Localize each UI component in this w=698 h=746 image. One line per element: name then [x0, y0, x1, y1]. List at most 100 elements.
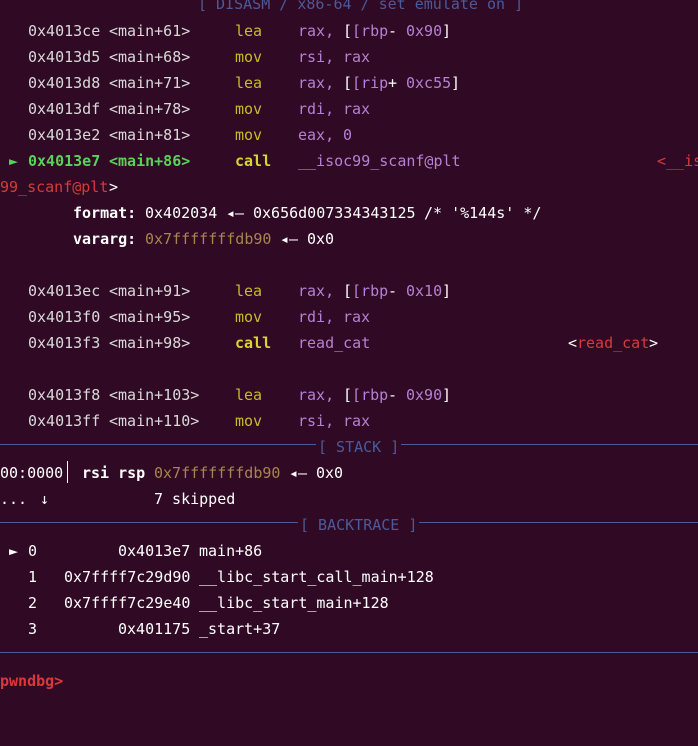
disasm-operand: rax — [343, 412, 371, 430]
frame-address: 0x401175 — [118, 620, 191, 638]
down-arrow-icon: ↓ — [40, 490, 50, 508]
disasm-opcode: mov — [235, 48, 263, 66]
disasm-operand: rax, — [298, 22, 335, 40]
stack-ellipsis: ... — [0, 490, 28, 508]
disasm-operand: rax — [343, 308, 371, 326]
call-target: __isoc99_scanf@plt — [298, 152, 461, 170]
frame-index: 3 — [28, 620, 38, 638]
disasm-symbol: <main+103> — [109, 386, 200, 404]
disasm-address: 0x4013ec — [28, 282, 101, 300]
disasm-symbol: <main+71> — [109, 74, 191, 92]
disasm-row: 0x4013f3 <main+98> call read_cat < read_… — [0, 330, 658, 356]
disasm-row: 0x4013df <main+78> mov rdi, rax — [0, 96, 370, 122]
disasm-immediate: 0x90 — [406, 22, 443, 40]
disasm-operator: - — [388, 282, 398, 300]
disasm-operand: rsi, — [298, 48, 335, 66]
disasm-address: 0x4013ce — [28, 22, 101, 40]
disasm-bracket: ] — [442, 22, 452, 40]
disasm-operand: rdi, — [298, 100, 335, 118]
frame-address: 0x4013e7 — [118, 542, 191, 560]
stack-value: 0x0 — [316, 464, 344, 482]
disasm-operand: rax — [343, 48, 371, 66]
arg-format-label: format: — [73, 204, 137, 222]
disasm-opcode: call — [235, 334, 272, 352]
frame-index: 0 — [28, 542, 38, 560]
disasm-operator: + — [388, 74, 398, 92]
disasm-opcode: call — [235, 152, 272, 170]
frame-symbol: __libc_start_main+128 — [199, 594, 389, 612]
disasm-address: 0x4013f0 — [28, 308, 101, 326]
disasm-immediate: 0xc55 — [406, 74, 452, 92]
stack-header: [ STACK ] — [316, 438, 402, 456]
disasm-row: 0x4013d8 <main+71> lea rax, [[rip + 0xc5… — [0, 70, 460, 96]
disasm-bracket: ] — [442, 386, 452, 404]
disasm-address: 0x4013d8 — [28, 74, 101, 92]
terminal-window: [ DISASM / x86-64 / set emulate on ] 0x4… — [0, 0, 698, 697]
frame-address: 0x7ffff7c29e40 — [64, 594, 191, 612]
disasm-symbol: <main+110> — [109, 412, 200, 430]
disasm-row: 0x4013ff <main+110> mov rsi, rax — [0, 408, 370, 434]
disasm-address: 0x4013e7 — [28, 152, 101, 170]
call-target-open: < — [568, 334, 578, 352]
disasm-symbol: <main+91> — [109, 282, 191, 300]
disasm-immediate: 0x90 — [406, 386, 443, 404]
disasm-address: 0x4013f8 — [28, 386, 101, 404]
disasm-opcode: lea — [235, 386, 263, 404]
disasm-row: 0x4013d5 <main+68> mov rsi, rax — [0, 44, 370, 70]
disasm-address: 0x4013d5 — [28, 48, 101, 66]
disasm-symbol: <main+95> — [109, 308, 191, 326]
disasm-operand: rax, — [298, 74, 335, 92]
backtrace-row: ► 0 0x4013e7 main+86 — [0, 538, 262, 564]
disasm-row: 0x4013e2 <main+81> mov eax, 0 — [0, 122, 352, 148]
arg-format-address: 0x402034 — [145, 204, 218, 222]
call-target-resolved: read_cat — [577, 334, 650, 352]
disasm-operand: rsi, — [298, 412, 335, 430]
disasm-opcode: mov — [235, 100, 263, 118]
arg-vararg-row: vararg: 0x7fffffffdb90 ◂— 0x0 — [0, 226, 334, 252]
arg-format-row: format: 0x402034 ◂— 0x656d007334343125 /… — [0, 200, 541, 226]
disasm-row: 0x4013ec <main+91> lea rax, [[rbp - 0x10… — [0, 278, 451, 304]
disasm-opcode: lea — [235, 74, 263, 92]
disasm-opcode: mov — [235, 308, 263, 326]
disasm-operand: [[rbp — [343, 386, 389, 404]
call-target-close: > — [109, 178, 119, 196]
arg-vararg-address: 0x7fffffffdb90 — [145, 230, 272, 248]
current-frame-arrow-icon: ► — [9, 542, 19, 560]
frame-symbol: main+86 — [199, 542, 263, 560]
disasm-operator: - — [388, 386, 398, 404]
disasm-address: 0x4013e2 — [28, 126, 101, 144]
disasm-operand: [[rbp — [343, 22, 389, 40]
frame-index: 1 — [28, 568, 38, 586]
stack-address: 0x7fffffffdb90 — [154, 464, 281, 482]
disasm-symbol: <main+86> — [109, 152, 191, 170]
command-prompt-line[interactable]: pwndbg> — [0, 668, 63, 694]
current-instruction-arrow-icon: ► — [9, 152, 19, 170]
frame-symbol: _start+37 — [199, 620, 281, 638]
pwndbg-prompt: pwndbg> — [0, 672, 64, 690]
stack-column-divider — [67, 461, 68, 483]
disasm-address: 0x4013ff — [28, 412, 101, 430]
disasm-immediate: 0x10 — [406, 282, 443, 300]
arg-vararg-label: vararg: — [73, 230, 137, 248]
disasm-row: 0x4013f0 <main+95> mov rdi, rax — [0, 304, 370, 330]
disasm-immediate: 0 — [343, 126, 353, 144]
disasm-symbol: <main+98> — [109, 334, 191, 352]
disasm-operand: [[rip — [343, 74, 389, 92]
disasm-header: [ DISASM / x86-64 / set emulate on ] — [196, 0, 526, 13]
arg-vararg-value: 0x0 — [307, 230, 335, 248]
disasm-row: 0x4013ce <main+61> lea rax, [[rbp - 0x90… — [0, 18, 451, 44]
disasm-symbol: <main+81> — [109, 126, 191, 144]
pointer-arrow-icon: ◂— — [289, 464, 308, 482]
stack-registers: rsi rsp — [82, 464, 146, 482]
bottom-separator — [0, 652, 698, 653]
call-target-close: > — [649, 334, 659, 352]
disasm-opcode: mov — [235, 412, 263, 430]
arg-format-comment: /* '%144s' */ — [424, 204, 542, 222]
disasm-operand: [[rbp — [343, 282, 389, 300]
pointer-arrow-icon: ◂— — [280, 230, 299, 248]
disasm-symbol: <main+78> — [109, 100, 191, 118]
backtrace-row: 3 0x401175 _start+37 — [0, 616, 280, 642]
disasm-opcode: mov — [235, 126, 263, 144]
stack-offset: 00:0000 — [0, 464, 64, 482]
disasm-row: 0x4013f8 <main+103> lea rax, [[rbp - 0x9… — [0, 382, 451, 408]
